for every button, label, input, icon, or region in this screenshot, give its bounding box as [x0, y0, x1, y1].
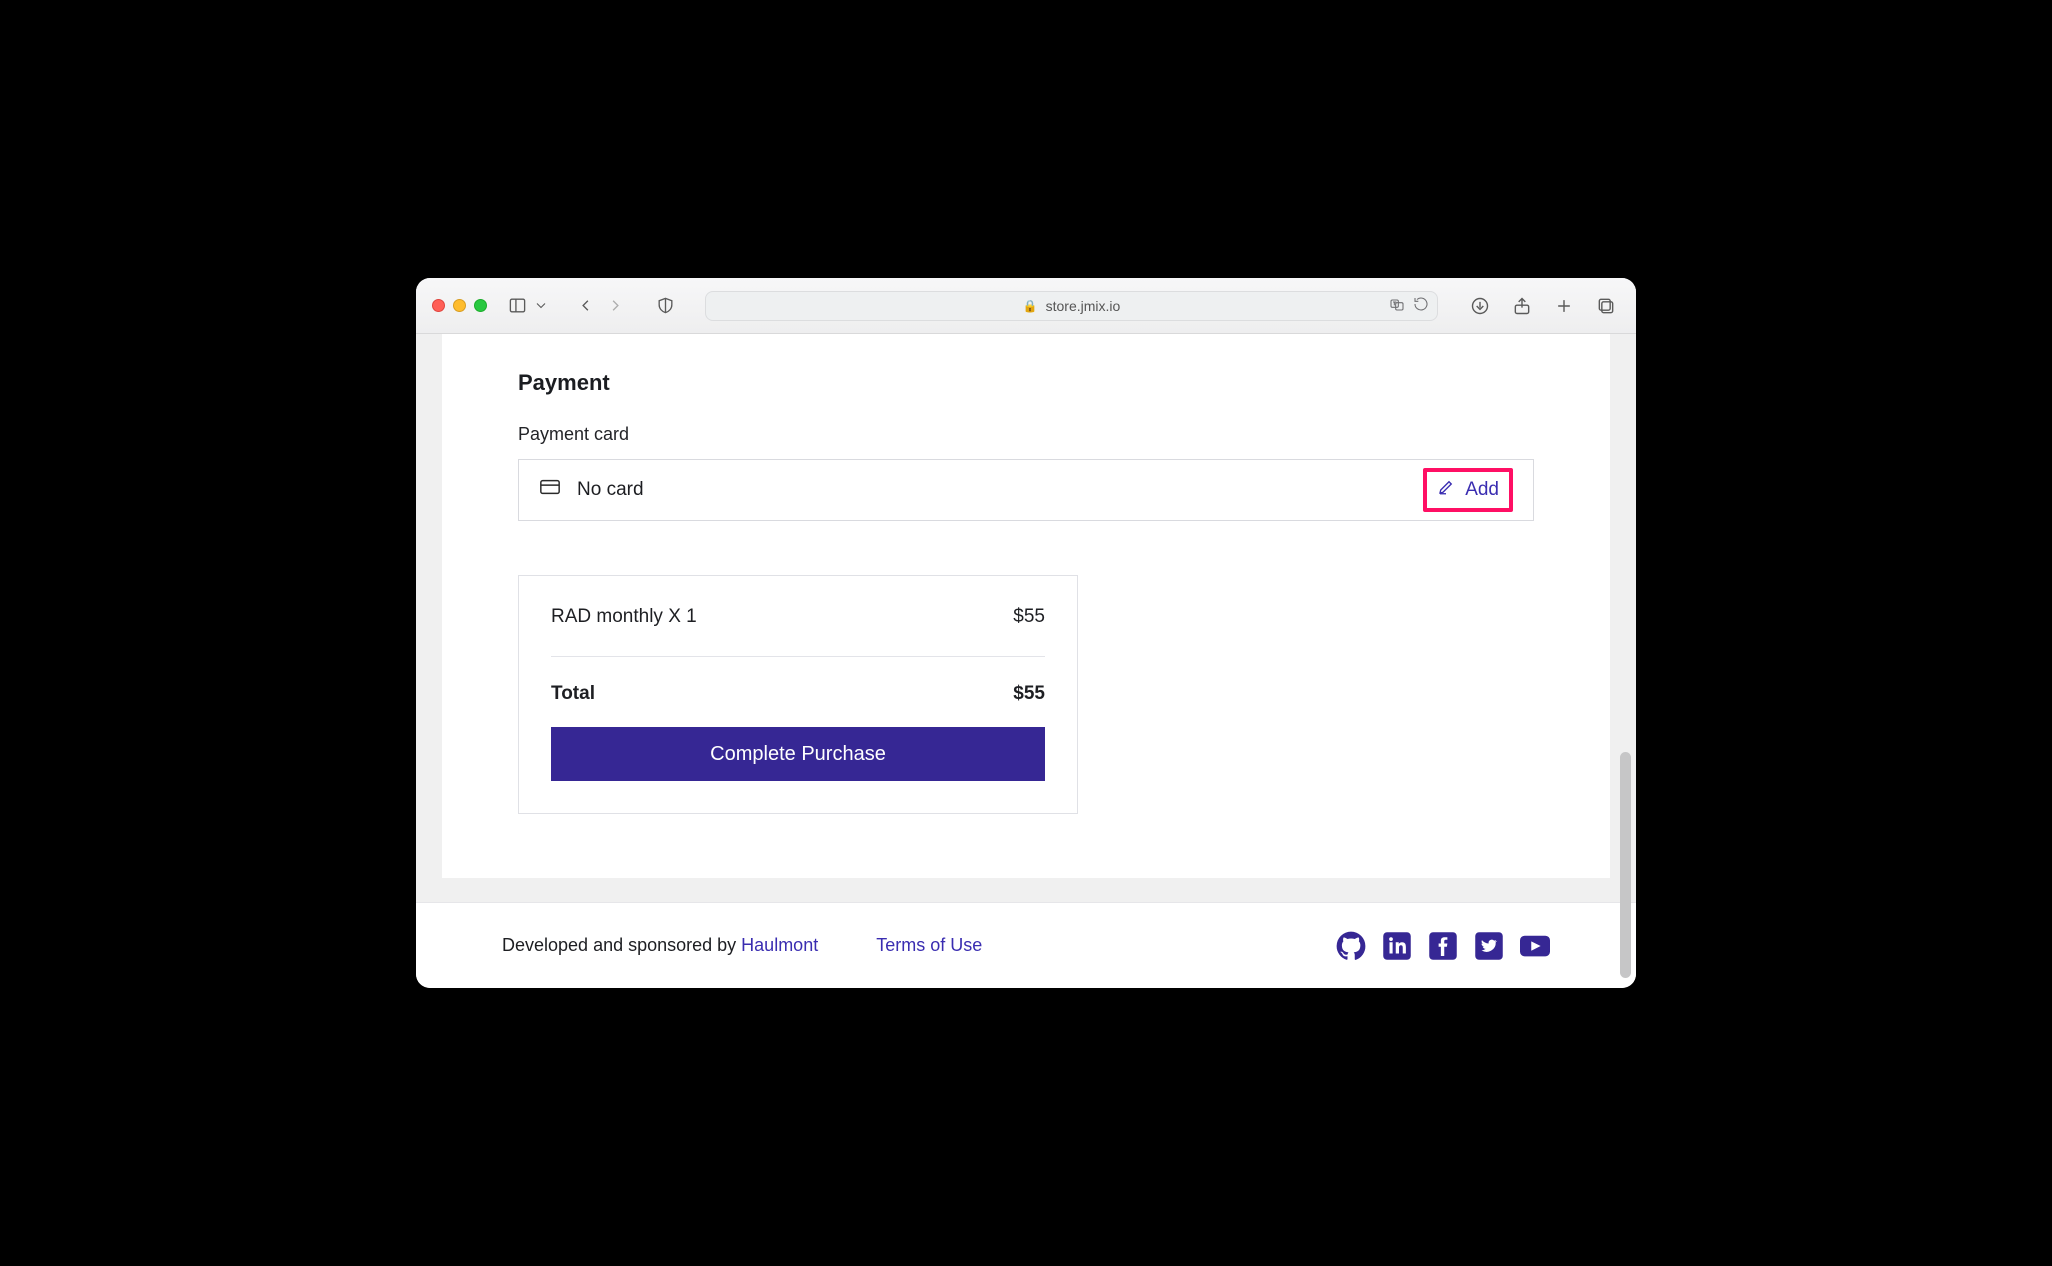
- section-title: Payment: [518, 370, 1534, 396]
- titlebar: 🔒 store.jmix.io: [416, 278, 1636, 334]
- add-card-button[interactable]: Add: [1437, 478, 1499, 502]
- translate-icon[interactable]: [1389, 296, 1405, 315]
- minimize-window-button[interactable]: [453, 299, 466, 312]
- order-item-label: RAD monthly X 1: [551, 606, 697, 628]
- payment-card-label: Payment card: [518, 424, 1534, 445]
- linkedin-icon[interactable]: [1382, 931, 1412, 961]
- order-total-price: $55: [1013, 683, 1045, 705]
- window-controls: [432, 299, 487, 312]
- sponsor-prefix: Developed and sponsored by: [502, 935, 741, 955]
- payment-card-value: No card: [577, 479, 644, 501]
- address-bar[interactable]: 🔒 store.jmix.io: [705, 291, 1438, 321]
- sponsor-text: Developed and sponsored by Haulmont: [502, 935, 818, 956]
- edit-icon: [1437, 478, 1455, 502]
- reload-icon[interactable]: [1413, 296, 1429, 315]
- divider: [551, 656, 1045, 657]
- forward-button[interactable]: [601, 292, 629, 320]
- back-button[interactable]: [571, 292, 599, 320]
- scrollbar[interactable]: [1620, 752, 1631, 978]
- downloads-icon[interactable]: [1466, 292, 1494, 320]
- terms-of-use-link[interactable]: Terms of Use: [876, 935, 982, 956]
- order-item-price: $55: [1013, 606, 1045, 628]
- complete-purchase-button[interactable]: Complete Purchase: [551, 727, 1045, 781]
- address-url: store.jmix.io: [1046, 298, 1121, 314]
- chevron-down-icon[interactable]: [533, 292, 549, 320]
- twitter-icon[interactable]: [1474, 931, 1504, 961]
- youtube-icon[interactable]: [1520, 931, 1550, 961]
- sidebar-icon[interactable]: [503, 292, 531, 320]
- payment-card-row: No card Add: [518, 459, 1534, 521]
- sponsor-link[interactable]: Haulmont: [741, 935, 818, 955]
- order-summary: RAD monthly X 1 $55 Total $55 Complete P…: [518, 575, 1078, 814]
- github-icon[interactable]: [1336, 931, 1366, 961]
- facebook-icon[interactable]: [1428, 931, 1458, 961]
- share-icon[interactable]: [1508, 292, 1536, 320]
- fullscreen-window-button[interactable]: [474, 299, 487, 312]
- tab-overview-icon[interactable]: [1592, 292, 1620, 320]
- close-window-button[interactable]: [432, 299, 445, 312]
- footer: Developed and sponsored by Haulmont Term…: [416, 902, 1636, 988]
- safari-window: 🔒 store.jmix.io: [416, 278, 1636, 988]
- credit-card-icon: [539, 476, 561, 504]
- new-tab-icon[interactable]: [1550, 292, 1578, 320]
- viewport: Payment Payment card No card: [416, 334, 1636, 988]
- add-card-highlight: Add: [1423, 468, 1513, 512]
- add-card-label: Add: [1465, 479, 1499, 501]
- shield-icon[interactable]: [651, 292, 679, 320]
- order-total-label: Total: [551, 683, 595, 705]
- lock-icon: 🔒: [1023, 299, 1038, 313]
